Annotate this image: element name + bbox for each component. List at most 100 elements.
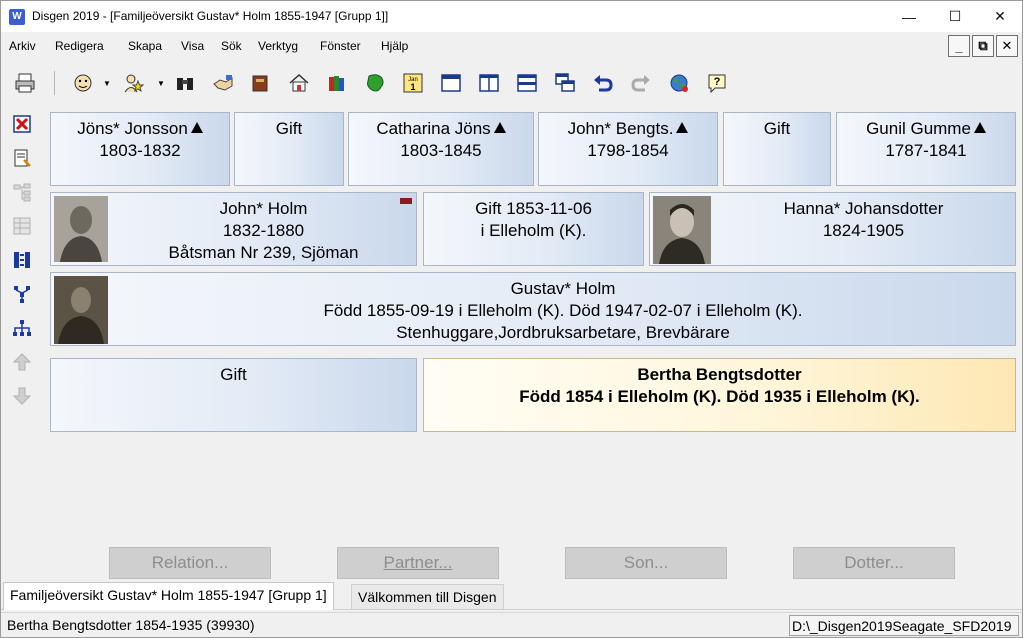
main-toolbar: ▼ ▼ Jan 1 ? (1, 67, 1022, 101)
menu-visa[interactable]: Visa (181, 39, 204, 53)
parents-marriage-card[interactable]: Gift 1853-11-06 i Elleholm (K). (423, 192, 644, 266)
mdi-close-button[interactable]: ✕ (996, 35, 1018, 57)
person-years: 1803-1845 (400, 141, 482, 160)
table-disabled-icon[interactable] (11, 215, 33, 237)
toolbar-separator (54, 71, 55, 95)
person-years: 1787-1841 (885, 141, 967, 160)
book-icon[interactable] (249, 71, 273, 95)
grandparent-card-mother-father[interactable]: John* Bengts. 1798-1854 (538, 112, 718, 186)
son-button[interactable]: Son... (565, 547, 727, 579)
delete-icon[interactable] (11, 113, 33, 135)
relation-button-label: Relation... (151, 553, 229, 572)
spouse-events: Född 1854 i Elleholm (K). Död 1935 i Ell… (519, 387, 920, 406)
father-photo (54, 196, 108, 262)
menu-sok[interactable]: Sök (221, 39, 242, 53)
son-button-label: Son... (623, 553, 669, 572)
up-disabled-icon[interactable] (11, 351, 33, 373)
spouse-card[interactable]: Bertha Bengtsdotter Född 1854 i Elleholm… (423, 358, 1016, 432)
calendar-day-text: 1 (410, 82, 415, 92)
ancestor-tree-icon[interactable] (11, 317, 33, 339)
grandparents-marriage-maternal[interactable]: Gift (723, 112, 831, 186)
menu-verktyg[interactable]: Verktyg (258, 39, 298, 53)
handshake-icon[interactable] (211, 71, 235, 95)
person-years: 1798-1854 (587, 141, 669, 160)
close-button[interactable]: ✕ (977, 1, 1023, 32)
menu-skapa[interactable]: Skapa (128, 39, 162, 53)
print-icon[interactable] (13, 71, 37, 95)
window-icon[interactable] (439, 71, 463, 95)
title-bar: W Disgen 2019 - [Familjeöversikt Gustav*… (1, 1, 1022, 32)
menu-bar: Arkiv Redigera Skapa Visa Sök Verktyg Fö… (1, 35, 1022, 57)
grandparents-marriage-paternal[interactable]: Gift (234, 112, 344, 186)
bars-icon[interactable] (11, 249, 33, 271)
father-occupation: Båtsman Nr 239, Sjöman (168, 243, 359, 262)
person-name: Gunil Gumme (866, 119, 971, 138)
person-years: 1803-1832 (99, 141, 181, 160)
expand-arrow-icon[interactable] (493, 122, 506, 133)
person-star-dropdown-icon[interactable]: ▼ (157, 79, 165, 88)
menu-fonster[interactable]: Fönster (320, 39, 361, 53)
split-horizontal-icon[interactable] (515, 71, 539, 95)
tab-label: Välkommen till Disgen (358, 589, 497, 605)
person-star-icon[interactable] (121, 71, 145, 95)
main-person-card[interactable]: Gustav* Holm Född 1855-09-19 i Elleholm … (50, 272, 1016, 346)
tree-disabled-icon[interactable] (11, 181, 33, 203)
mdi-restore-button[interactable]: ⧉ (972, 35, 994, 57)
main-person-occupation: Stenhuggare,Jordbruksarbetare, Brevbärar… (396, 323, 730, 342)
daughter-button[interactable]: Dotter... (793, 547, 955, 579)
grandparent-card-father-father[interactable]: Jöns* Jonsson 1803-1832 (50, 112, 230, 186)
mother-photo (653, 196, 711, 264)
svg-text:?: ? (714, 76, 721, 88)
menu-arkiv[interactable]: Arkiv (9, 39, 36, 53)
close-icon: ✕ (994, 8, 1006, 24)
grandparent-card-mother-mother[interactable]: Gunil Gumme 1787-1841 (836, 112, 1016, 186)
main-person-events: Född 1855-09-19 i Elleholm (K). Död 1947… (323, 301, 803, 320)
down-disabled-icon[interactable] (11, 385, 33, 407)
redo-icon[interactable] (629, 71, 653, 95)
father-card[interactable]: John* Holm 1832-1880 Båtsman Nr 239, Sjö… (50, 192, 417, 266)
edit-document-icon[interactable] (11, 147, 33, 169)
binoculars-icon[interactable] (173, 71, 197, 95)
document-tabs: Familjeöversikt Gustav* Holm 1855-1947 [… (1, 582, 1022, 610)
disgen-app-icon[interactable]: W (9, 9, 25, 25)
partner-button-label: Partner... (383, 553, 453, 572)
person-name: Jöns* Jonsson (77, 119, 188, 138)
calendar-icon[interactable]: Jan 1 (401, 71, 425, 95)
menu-redigera[interactable]: Redigera (55, 39, 104, 53)
grandparent-card-father-mother[interactable]: Catharina Jöns 1803-1845 (348, 112, 534, 186)
status-bar: Bertha Bengtsdotter 1854-1935 (39930) D:… (1, 612, 1022, 637)
minimize-button[interactable]: — (886, 1, 932, 32)
descendant-tree-icon[interactable] (11, 283, 33, 305)
mother-years: 1824-1905 (822, 221, 905, 240)
menu-hjalp[interactable]: Hjälp (381, 39, 408, 53)
person-name: John* Bengts. (567, 119, 674, 138)
books-icon[interactable] (325, 71, 349, 95)
home-icon[interactable] (287, 71, 311, 95)
tab-label: Familjeöversikt Gustav* Holm 1855-1947 [… (10, 587, 327, 603)
undo-icon[interactable] (591, 71, 615, 95)
status-database-path: D:\_Disgen2019Seagate_SFD2019 (789, 615, 1019, 636)
person-name: Catharina Jöns (376, 119, 491, 138)
mother-card[interactable]: Hanna* Johansdotter 1824-1905 (649, 192, 1016, 266)
help-icon[interactable]: ? (705, 71, 729, 95)
relation-button[interactable]: Relation... (109, 547, 271, 579)
mdi-minimize-button[interactable]: _ (948, 35, 970, 57)
split-vertical-icon[interactable] (477, 71, 501, 95)
marriage-card[interactable]: Gift (50, 358, 417, 432)
globe-icon[interactable] (667, 71, 691, 95)
marriage-label: Gift (275, 119, 303, 138)
person-dropdown-icon[interactable]: ▼ (103, 79, 111, 88)
expand-arrow-icon[interactable] (190, 122, 203, 133)
main-person-name: Gustav* Holm (510, 279, 616, 298)
parents-marriage-date: Gift 1853-11-06 (475, 199, 592, 218)
person-icon[interactable] (71, 71, 95, 95)
tab-welcome[interactable]: Välkommen till Disgen (351, 584, 504, 610)
map-icon[interactable] (363, 71, 387, 95)
tab-family-overview[interactable]: Familjeöversikt Gustav* Holm 1855-1947 [… (3, 582, 334, 610)
daughter-button-label: Dotter... (844, 553, 904, 572)
maximize-button[interactable]: ☐ (932, 1, 978, 32)
expand-arrow-icon[interactable] (973, 122, 986, 133)
cascade-icon[interactable] (553, 71, 577, 95)
expand-arrow-icon[interactable] (676, 122, 689, 133)
partner-button[interactable]: Partner... (337, 547, 499, 579)
